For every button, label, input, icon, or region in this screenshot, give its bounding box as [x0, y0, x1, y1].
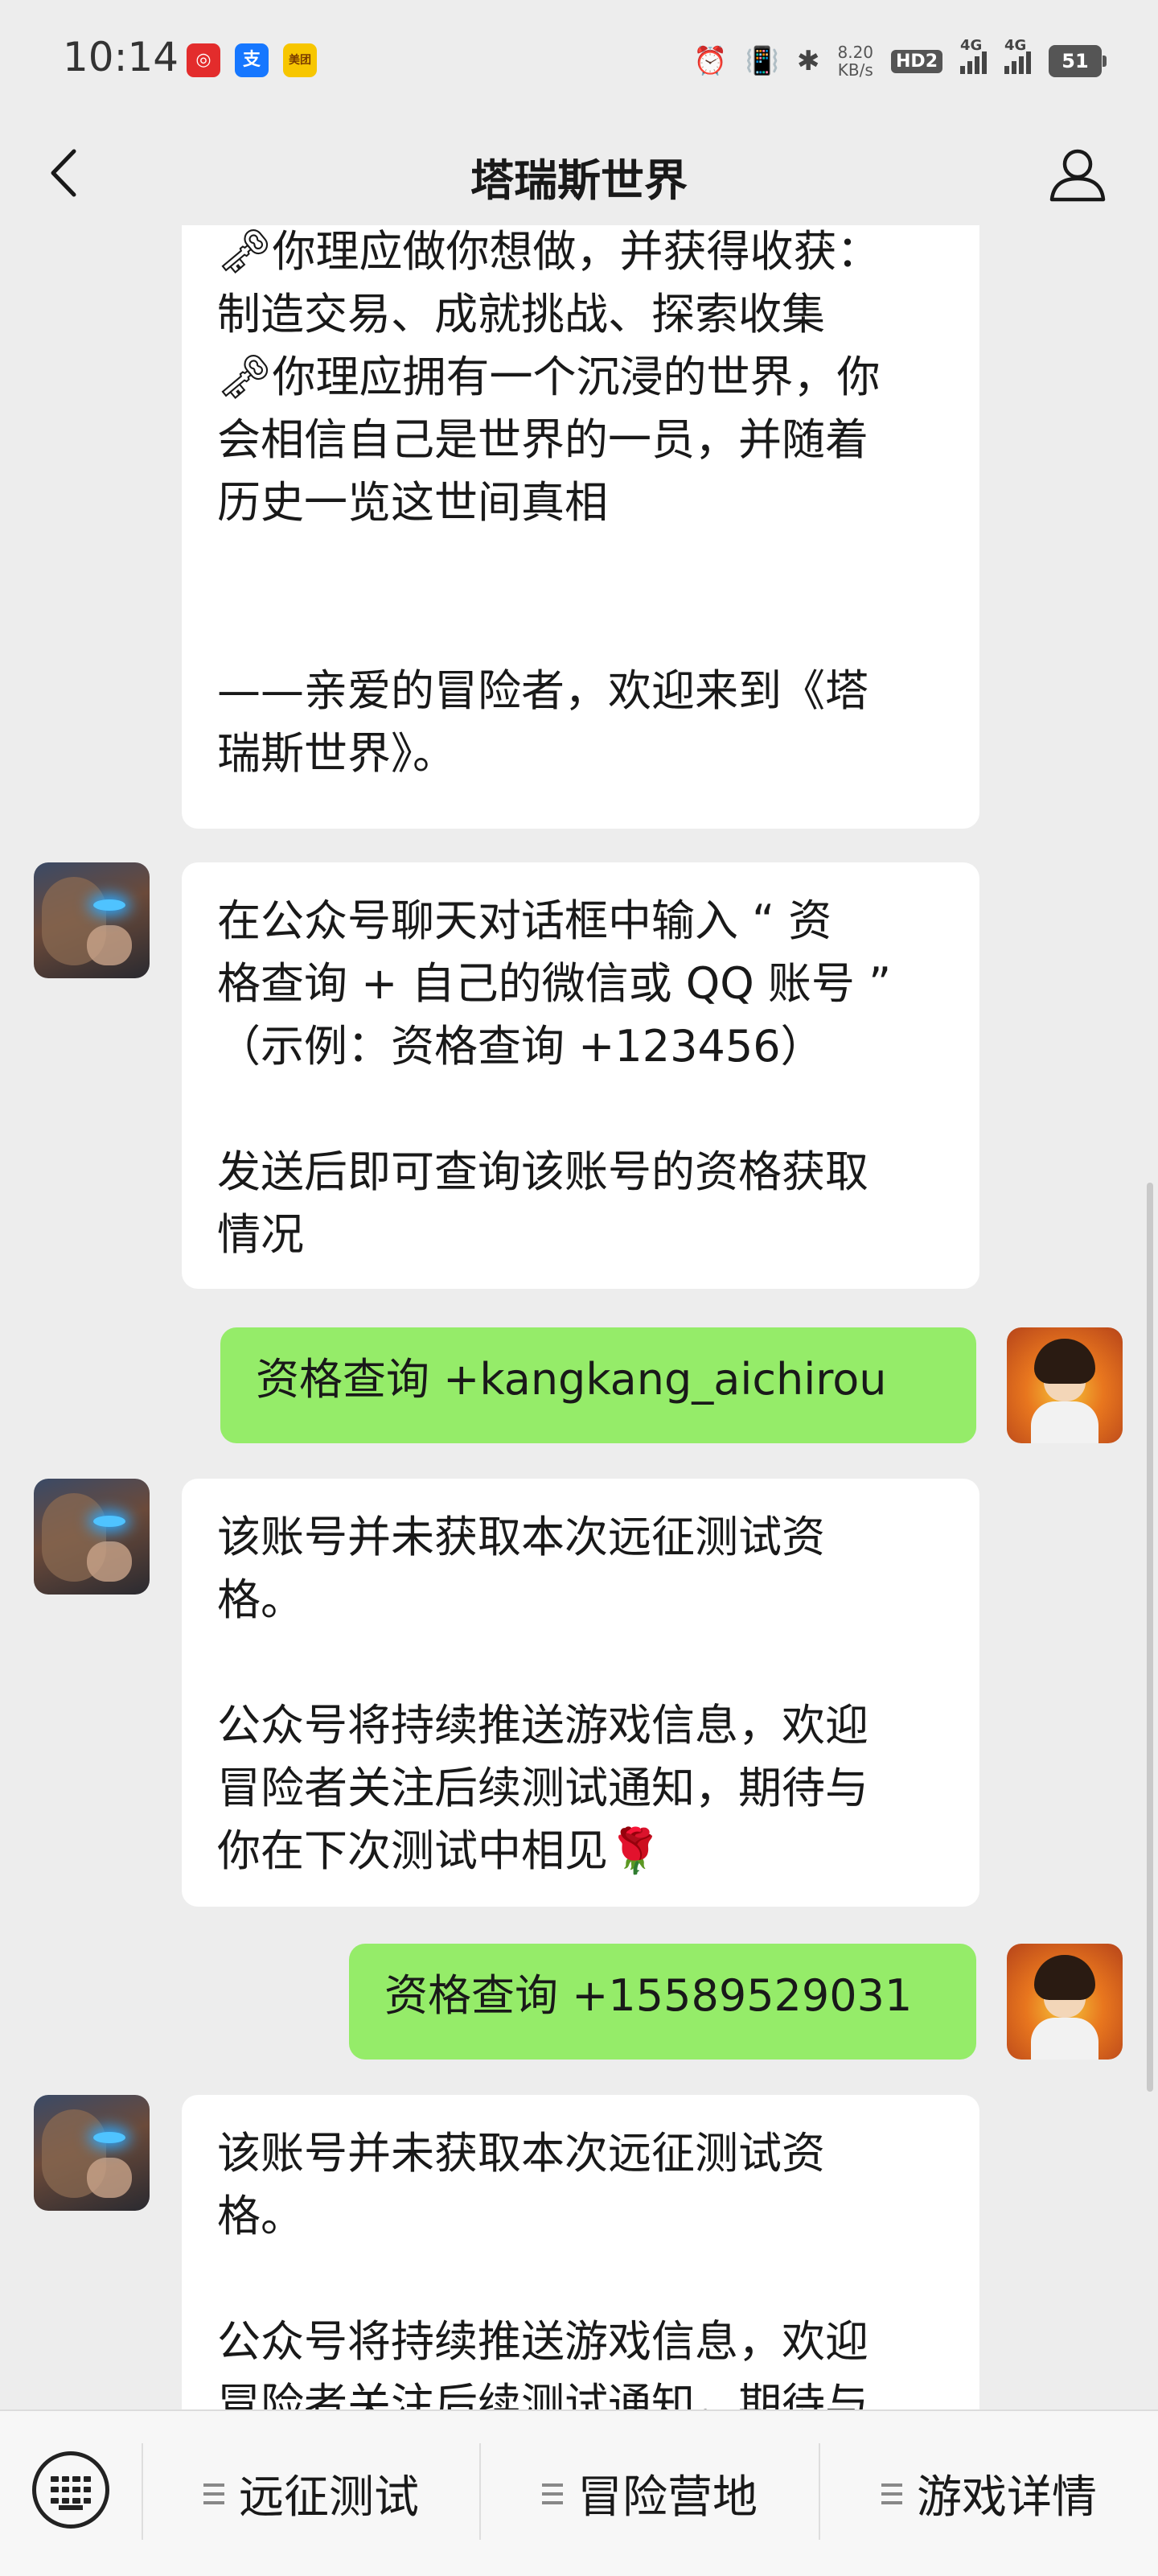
- official-account-avatar[interactable]: [34, 1479, 150, 1595]
- bottom-menu-bar: 远征测试 冒险营地 游戏详情: [0, 2409, 1158, 2576]
- message-bubble-sent[interactable]: 资格查询 +kangkang_aichirou: [220, 1327, 976, 1443]
- chat-message-list[interactable]: 🗝你理应做你想做，并获得收获： 制造交易、成就挑战、探索收集 🗝你理应拥有一个沉…: [0, 225, 1158, 2409]
- message-bubble-received[interactable]: 在公众号聊天对话框中输入 “ 资 格查询 + 自己的微信或 QQ 账号 ” （示…: [182, 862, 979, 1289]
- keyboard-icon[interactable]: [32, 2451, 109, 2529]
- status-indicators: ⏰ 📳 ✱ 8.20 KB/s HD2 4G 4G 51: [693, 37, 1107, 84]
- menu-item-label: 冒险营地: [577, 2471, 758, 2524]
- signal-label-2: 4G: [1004, 37, 1027, 54]
- network-speed-value: 8.20: [837, 43, 874, 62]
- hd-voice-badge: HD2: [891, 49, 942, 73]
- page-title: 塔瑞斯世界: [470, 155, 688, 206]
- menu-item-game-details[interactable]: 游戏详情: [820, 2411, 1158, 2576]
- menu-item-expedition-test[interactable]: 远征测试: [143, 2411, 479, 2576]
- signal-strength-icon-2: 4G: [1004, 37, 1031, 74]
- netease-music-icon: ◎: [187, 43, 220, 77]
- official-account-avatar[interactable]: [34, 862, 150, 978]
- user-avatar[interactable]: [1007, 1944, 1123, 2060]
- official-account-avatar[interactable]: [34, 2095, 150, 2211]
- user-avatar[interactable]: [1007, 1327, 1123, 1443]
- battery-icon: 51: [1049, 45, 1107, 77]
- message-bubble-received[interactable]: 该账号并未获取本次远征测试资 格。 公众号将持续推送游戏信息，欢迎 冒险者关注后…: [182, 1479, 979, 1907]
- bluetooth-icon: ✱: [796, 45, 820, 77]
- network-speed: 8.20 KB/s: [837, 43, 873, 79]
- menu-item-adventure-camp[interactable]: 冒险营地: [481, 2411, 819, 2576]
- alarm-icon: ⏰: [693, 45, 728, 77]
- message-bubble-sent[interactable]: 资格查询 +15589529031: [349, 1944, 976, 2060]
- network-speed-unit: KB/s: [837, 60, 873, 80]
- message-bubble-received[interactable]: 该账号并未获取本次远征测试资 格。 公众号将持续推送游戏信息，欢迎 冒险者关注后…: [182, 2095, 979, 2409]
- message-bubble-received[interactable]: 🗝你理应做你想做，并获得收获： 制造交易、成就挑战、探索收集 🗝你理应拥有一个沉…: [182, 225, 979, 829]
- status-bar: 10:14 ◎ 支 美团 ⏰ 📳 ✱ 8.20 KB/s HD2 4G 4G 5…: [0, 0, 1158, 121]
- signal-label: 4G: [960, 37, 983, 54]
- menu-list-icon: [203, 2483, 224, 2504]
- scrollbar[interactable]: [1147, 1183, 1153, 2092]
- menu-list-icon: [881, 2483, 902, 2504]
- nav-bar: 塔瑞斯世界: [0, 121, 1158, 225]
- menu-list-icon: [542, 2483, 563, 2504]
- vibrate-icon: 📳: [745, 45, 779, 77]
- profile-icon[interactable]: [1045, 142, 1110, 206]
- alipay-icon: 支: [235, 43, 269, 77]
- menu-item-label: 游戏详情: [917, 2471, 1097, 2524]
- meituan-icon: 美团: [283, 43, 317, 77]
- status-time: 10:14: [63, 34, 179, 80]
- signal-strength-icon: 4G: [960, 37, 987, 74]
- menu-item-label: 远征测试: [239, 2471, 419, 2524]
